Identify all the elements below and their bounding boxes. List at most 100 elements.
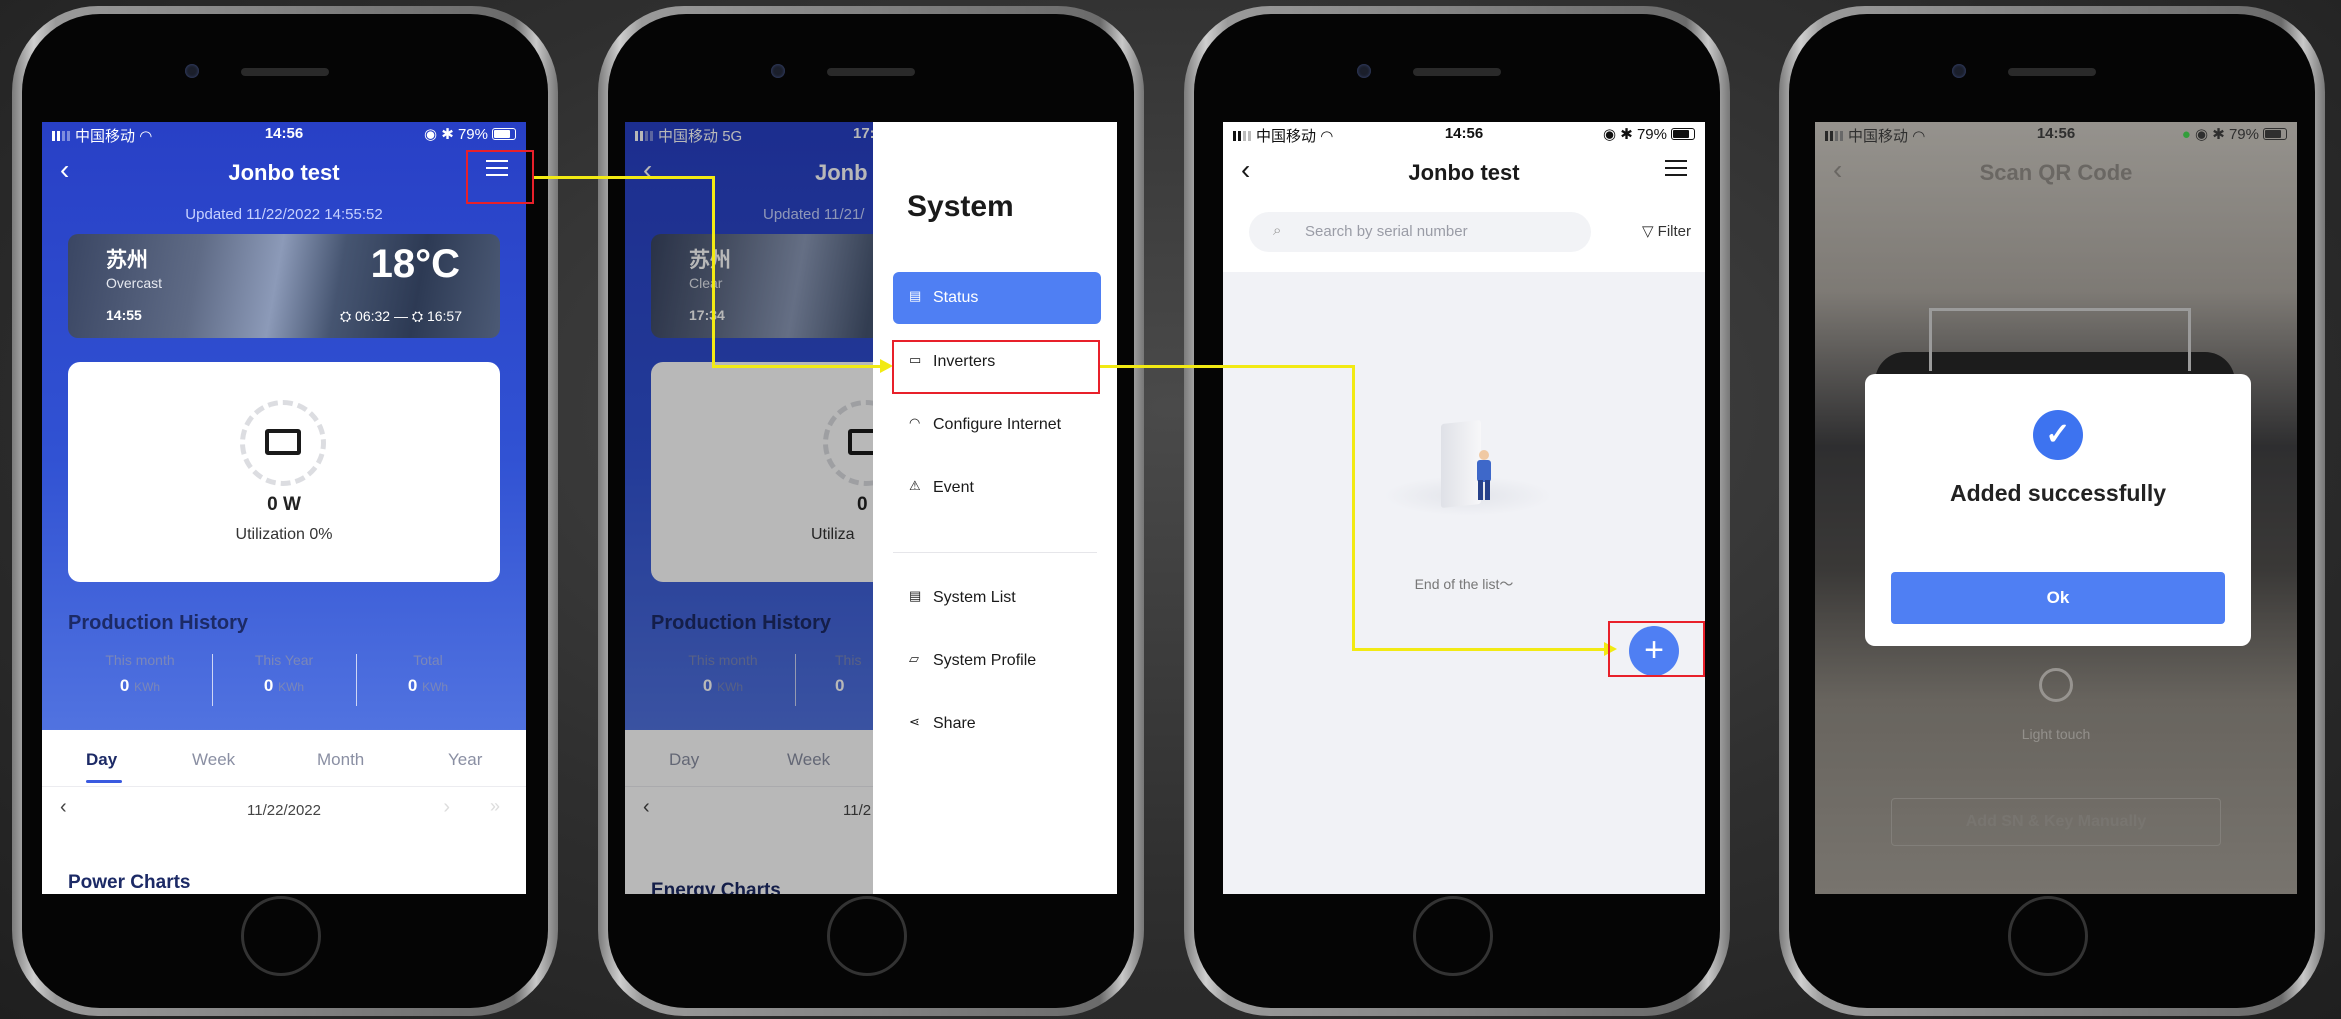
highlight-inverters-item — [892, 340, 1100, 394]
drawer-item-label: Configure Internet — [933, 416, 1062, 433]
flow-line — [1352, 365, 1355, 651]
sunset-time: 16:57 — [426, 308, 462, 324]
sunset-icon: ⛭ — [411, 308, 424, 324]
stat-unit: KWh — [134, 680, 161, 694]
utilization-ring — [240, 400, 326, 486]
flow-line — [1352, 648, 1604, 651]
ok-button[interactable]: Ok — [1891, 572, 2225, 624]
stat-label: Total — [413, 652, 443, 668]
empty-list-text: End of the list～ — [1414, 576, 1514, 592]
page-title: Jonbo test — [1408, 160, 1520, 185]
utilization-label: Utilization 0% — [235, 526, 333, 543]
drawer-item-label: System Profile — [933, 652, 1037, 669]
bluetooth-icon: ✱ — [441, 126, 454, 143]
lock-rotation-icon: ◉ — [1602, 126, 1617, 143]
drawer-item-label: Status — [933, 289, 979, 306]
sunrise-icon: ⛭ — [339, 308, 352, 324]
status-bar: 中国移动 ◠ 14:56 ◉ ✱ 79% — [1223, 122, 1705, 145]
filter-label: Filter — [1657, 223, 1691, 240]
lock-rotation-icon: ◉ — [423, 126, 438, 143]
flow-line — [534, 176, 714, 179]
flow-line — [712, 365, 880, 368]
tab-week[interactable]: Week — [192, 750, 235, 770]
success-dialog: ✓ Added successfully Ok — [1865, 374, 2251, 646]
drawer-item-share[interactable]: ⋖ Share — [893, 698, 1101, 750]
tab-day[interactable]: Day — [62, 750, 206, 770]
bluetooth-icon: ✱ — [1620, 126, 1633, 143]
search-icon: ⌕ — [1273, 222, 1282, 239]
dimmed-dashboard: 中国移动 5G 17: ‹ Jonb Updated 11/21/ 苏州 Cle… — [625, 122, 873, 894]
battery-icon — [1671, 128, 1695, 140]
power-card: 0 W Utilization 0% — [68, 362, 500, 582]
drawer-item-label: Share — [933, 715, 976, 732]
stat-label: This month — [105, 652, 175, 668]
drawer-title: System — [907, 190, 1014, 223]
weather-temperature: 18°C — [370, 242, 460, 286]
home-button[interactable] — [241, 896, 321, 976]
weather-city: 苏州 — [106, 249, 148, 272]
home-button[interactable] — [2008, 896, 2088, 976]
battery-percent: 79% — [457, 126, 488, 143]
date-label: 11/22/2022 — [247, 802, 321, 819]
stat-unit: KWh — [422, 680, 449, 694]
updated-label: Updated 11/22/2022 14:55:52 — [185, 206, 383, 223]
tab-month[interactable]: Month — [317, 750, 364, 770]
search-placeholder: Search by serial number — [1305, 223, 1468, 240]
production-history-title: Production History — [68, 612, 249, 634]
drawer-item-label: Event — [933, 479, 974, 496]
flow-line — [712, 176, 715, 367]
highlight-add-button — [1608, 621, 1705, 677]
filter-button[interactable]: ▽ Filter — [1642, 222, 1691, 240]
check-circle-icon: ✓ — [2033, 410, 2083, 460]
system-drawer: System ▤ Status ▭ Inverters ◠ Configure … — [873, 122, 1117, 894]
filter-icon: ▽ — [1641, 223, 1654, 240]
nav-bar: ‹ Jonbo test — [1223, 148, 1705, 194]
power-charts-title: Power Charts — [68, 872, 191, 893]
screen-inverter-list: 中国移动 ◠ 14:56 ◉ ✱ 79% ‹ Jonbo test ⌕ Sear… — [1223, 122, 1705, 894]
drawer-divider — [893, 552, 1097, 553]
drawer-item-configure-internet[interactable]: ◠ Configure Internet — [893, 399, 1101, 451]
weather-condition: Overcast — [106, 275, 163, 291]
inverter-icon — [265, 429, 301, 455]
highlight-menu-icon — [466, 150, 534, 204]
drawer-item-system-profile[interactable]: ▱ System Profile — [893, 635, 1101, 687]
status-icon: ▤ — [909, 288, 922, 303]
screen-dashboard: 中国移动 ◠ 14:56 ◉ ✱ 79% ‹ Jonbo test Update… — [42, 122, 526, 894]
battery-icon — [492, 128, 516, 140]
drawer-item-system-list[interactable]: ▤ System List — [893, 572, 1101, 624]
power-value: 0 W — [267, 494, 301, 515]
battery-percent: 79% — [1636, 126, 1667, 143]
home-button[interactable] — [1413, 896, 1493, 976]
next-date-chevron-icon[interactable]: › — [443, 796, 450, 819]
drawer-item-event[interactable]: ⚠ Event — [893, 462, 1101, 514]
stat-value: 0 — [407, 676, 418, 695]
home-button[interactable] — [827, 896, 907, 976]
drawer-item-label: System List — [933, 589, 1016, 606]
drawer-item-status[interactable]: ▤ Status — [893, 272, 1101, 324]
nav-bar: ‹ Jonbo test — [42, 148, 526, 194]
search-input[interactable]: ⌕ Search by serial number — [1249, 212, 1591, 252]
weather-time: 14:55 — [106, 307, 142, 323]
profile-icon: ▱ — [909, 651, 919, 666]
list-icon: ▤ — [909, 588, 922, 603]
tab-year[interactable]: Year — [448, 750, 482, 770]
flow-line — [1100, 365, 1355, 368]
wifi-icon: ◠ — [909, 415, 921, 430]
tab-day-underline — [86, 780, 122, 783]
page-title: Jonbo test — [228, 160, 340, 185]
share-icon: ⋖ — [909, 714, 920, 729]
weather-card: 苏州 Overcast 14:55 18°C ⛭ 06:32 — ⛭ 16:57 — [68, 234, 500, 338]
stat-value: 0 — [119, 676, 130, 695]
hamburger-menu-icon[interactable] — [1665, 160, 1687, 178]
production-stats: This month 0 KWh This Year 0 KWh Total 0… — [68, 652, 500, 708]
last-date-icon[interactable]: » — [490, 796, 500, 817]
chart-panel: Day Week Month Year ‹ 11/22/2022 › » Pow… — [42, 730, 526, 894]
sunrise-time: 06:32 — [355, 308, 391, 324]
alarm-icon: ⚠ — [909, 478, 921, 493]
stat-label: This Year — [254, 652, 314, 668]
status-bar: 中国移动 ◠ 14:56 ◉ ✱ 79% — [42, 122, 526, 145]
stat-unit: KWh — [278, 680, 305, 694]
stat-value: 0 — [263, 676, 274, 695]
screen-drawer: 中国移动 5G 17: ‹ Jonb Updated 11/21/ 苏州 Cle… — [625, 122, 1117, 894]
dialog-message: Added successfully — [1949, 480, 2167, 506]
